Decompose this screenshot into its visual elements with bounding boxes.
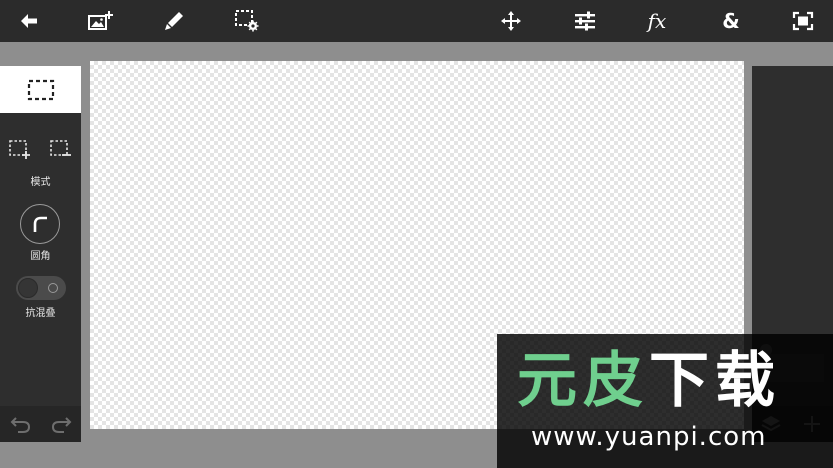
redo-button[interactable] xyxy=(50,414,72,438)
antialias-toggle[interactable] xyxy=(16,276,66,300)
watermark-overlay: 元皮下载 www.yuanpi.com xyxy=(497,334,833,468)
rect-select-icon xyxy=(27,79,54,100)
mode-label: 模式 xyxy=(30,177,51,188)
blend-icon: & xyxy=(722,9,740,33)
rounded-corner-icon xyxy=(33,216,47,232)
fx-icon: fx xyxy=(647,9,667,33)
watermark-text-green: 元皮 xyxy=(517,346,649,416)
fullscreen-button[interactable] xyxy=(788,6,818,36)
selection-subtract-button[interactable] xyxy=(50,140,72,164)
selection-settings-icon xyxy=(235,10,259,32)
history-bar xyxy=(0,406,81,442)
watermark-url: www.yuanpi.com xyxy=(531,422,767,452)
adjustments-icon xyxy=(575,11,595,31)
fullscreen-icon xyxy=(792,11,814,31)
add-image-button[interactable] xyxy=(86,6,116,36)
selection-add-button[interactable] xyxy=(9,140,31,164)
toggle-knob xyxy=(18,278,38,298)
add-image-icon xyxy=(88,11,113,30)
undo-icon xyxy=(10,417,31,433)
watermark-text-white: 下载 xyxy=(649,346,781,416)
brush-icon xyxy=(165,12,183,30)
top-toolbar: fx & xyxy=(0,0,833,42)
toggle-off-indicator xyxy=(48,283,58,293)
selection-settings-button[interactable] xyxy=(232,6,262,36)
move-icon xyxy=(501,11,521,31)
selection-add-icon xyxy=(9,140,30,159)
watermark-logo-text: 元皮下载 xyxy=(517,346,781,416)
undo-button[interactable] xyxy=(10,414,32,438)
selection-subtract-icon xyxy=(50,140,71,156)
left-tool-panel: 模式 圆角 抗混叠 xyxy=(0,66,81,442)
fx-button[interactable]: fx xyxy=(642,6,672,36)
back-button[interactable] xyxy=(14,6,44,36)
corner-label: 圆角 xyxy=(30,251,51,262)
adjustments-button[interactable] xyxy=(570,6,600,36)
back-arrow-icon xyxy=(21,14,37,28)
redo-icon xyxy=(51,417,72,433)
blend-button[interactable]: & xyxy=(716,6,746,36)
brush-button[interactable] xyxy=(159,6,189,36)
antialias-label: 抗混叠 xyxy=(25,308,56,319)
rounded-corner-button[interactable] xyxy=(20,204,60,244)
move-button[interactable] xyxy=(496,6,526,36)
marquee-select-tool[interactable] xyxy=(0,66,81,113)
